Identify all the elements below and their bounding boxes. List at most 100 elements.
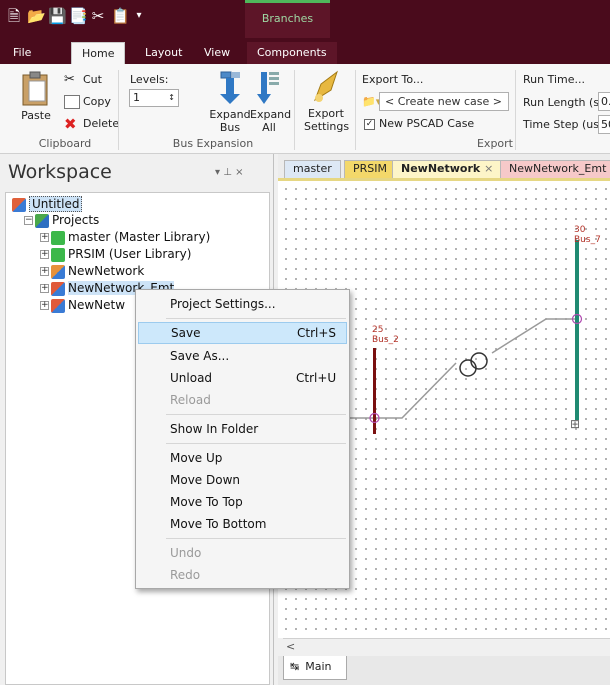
ribbon: Paste ✂ Cut Copy ✖ Delete Clipboard Levels…	[0, 64, 610, 154]
run-length-label: Run Length (s)	[523, 96, 604, 109]
project-icon	[51, 281, 65, 296]
projects-icon	[35, 213, 49, 228]
tab-home[interactable]: Home	[71, 42, 126, 64]
tree-item-master[interactable]: + master (Master Library)	[40, 229, 210, 245]
menu-item-move-up[interactable]: Move Up	[138, 447, 347, 469]
project-icon	[51, 264, 65, 279]
menu-item-unload[interactable]: Unload Ctrl+U	[138, 367, 347, 389]
document-tabs: master PRSIM NewNetwork × NewNetwork_Emt	[278, 154, 610, 178]
page-icon: ↹	[290, 660, 300, 673]
tab-view[interactable]: View	[194, 42, 240, 64]
scroll-left-icon[interactable]: <	[286, 640, 295, 653]
time-step-label: Time Step (us)	[523, 118, 604, 131]
bus-expansion-group-label: Bus Expansion	[172, 137, 254, 150]
clipboard-group-label: Clipboard	[38, 137, 92, 150]
divider	[294, 70, 295, 150]
export-to-label: Export To...	[362, 73, 424, 86]
levels-label: Levels:	[130, 73, 169, 86]
paste-icon[interactable]: 📋	[111, 7, 130, 25]
doc-tab-newnetwork[interactable]: NewNetwork ×	[392, 160, 503, 178]
customize-icon[interactable]: ▾	[131, 7, 147, 25]
expand-icon[interactable]: +	[40, 233, 49, 242]
paste-icon	[22, 71, 48, 106]
workspace-window-buttons[interactable]: ▾ ⊥ ×	[215, 167, 243, 178]
expand-node-icon[interactable]: ⊞	[570, 417, 580, 431]
expand-bus-label: Expand Bus	[209, 108, 251, 134]
divider	[355, 70, 356, 150]
tree-item-prsim[interactable]: + PRSIM (User Library)	[40, 246, 191, 262]
tab-file[interactable]: File	[3, 42, 41, 64]
library-icon	[51, 247, 65, 262]
export-settings-label: Export Settings	[304, 107, 350, 133]
workspace-title: Workspace	[8, 161, 112, 183]
bus-2-name: Bus_2	[372, 335, 399, 345]
expand-bus-button[interactable]: Expand Bus	[208, 70, 252, 134]
menu-item-undo: Undo	[170, 546, 202, 560]
menu-item-move-to-top[interactable]: Move To Top	[138, 491, 347, 513]
menu-item-save-as[interactable]: Save As...	[138, 345, 347, 367]
bus-7-bar[interactable]	[575, 240, 579, 420]
expand-icon[interactable]: +	[40, 301, 49, 310]
tree-item-projects[interactable]: − Projects	[24, 212, 99, 228]
save-icon[interactable]: 💾	[48, 7, 67, 25]
tree-item-newnetwork-2[interactable]: + NewNetw	[40, 297, 125, 313]
scissors-icon[interactable]: ✂	[90, 7, 106, 25]
bus-7-name: Bus_7	[574, 235, 601, 245]
tree-item-untitled[interactable]: Untitled	[12, 196, 83, 212]
project-icon	[51, 298, 65, 313]
copy-button[interactable]: Copy	[64, 95, 111, 109]
paste-button[interactable]: Paste	[18, 70, 54, 130]
bus-2-number: 25	[372, 325, 384, 335]
title-bar: 🗎 📂 💾 📑 ✂ 📋 ▾ Branches	[0, 0, 610, 38]
delete-icon: ✖	[64, 115, 77, 133]
menu-item-move-to-bottom[interactable]: Move To Bottom	[138, 513, 347, 535]
contextual-tab-label: Branches	[261, 12, 314, 25]
menu-item-save[interactable]: Save Ctrl+S	[138, 322, 347, 344]
new-pscad-case-checkbox[interactable]: ✓ New PSCAD Case	[364, 117, 474, 130]
new-file-icon[interactable]: 🗎	[6, 7, 22, 25]
tab-layout[interactable]: Layout	[135, 42, 192, 64]
bus-7-number: 30	[574, 225, 586, 235]
expand-icon[interactable]: +	[40, 250, 49, 259]
run-length-field[interactable]: 0.	[598, 92, 610, 111]
tree-item-newnetwork[interactable]: + NewNetwork	[40, 263, 144, 279]
transformer-icon[interactable]	[459, 352, 488, 377]
doc-tab-prsim[interactable]: PRSIM	[344, 160, 396, 178]
expand-icon[interactable]: +	[40, 284, 49, 293]
run-time-label: Run Time...	[523, 73, 585, 86]
menu-separator	[166, 538, 346, 539]
create-case-dropdown[interactable]: < Create new case >	[379, 92, 509, 111]
time-step-field[interactable]: 50	[598, 115, 610, 134]
menu-separator	[166, 414, 346, 415]
menu-item-redo: Redo	[170, 568, 201, 582]
export-group-label: Export	[476, 137, 513, 150]
export-settings-icon	[314, 70, 338, 102]
levels-spinner[interactable]: 1 ↕	[129, 89, 179, 107]
menu-item-show-in-folder[interactable]: Show In Folder	[138, 418, 347, 440]
close-tab-icon[interactable]: ×	[484, 162, 493, 175]
bus-2-bar[interactable]	[373, 348, 376, 434]
expand-all-label: Expand All	[250, 108, 292, 134]
doc-tab-master[interactable]: master	[284, 160, 341, 178]
collapse-icon[interactable]: −	[24, 216, 33, 225]
save-as-icon[interactable]: 📑	[69, 7, 88, 25]
expand-bus-icon	[220, 71, 240, 104]
menu-separator	[166, 443, 346, 444]
cut-button[interactable]: ✂ Cut	[64, 73, 102, 87]
ribbon-tab-row: File Home Layout View Components	[0, 38, 610, 64]
export-settings-button[interactable]: Export Settings	[300, 70, 352, 134]
horizontal-scrollbar[interactable]: <	[283, 638, 610, 656]
tab-components[interactable]: Components	[247, 42, 337, 64]
menu-item-project-settings[interactable]: Project Settings...	[138, 293, 347, 315]
divider	[515, 70, 516, 150]
expand-icon[interactable]: +	[40, 267, 49, 276]
doc-tab-newnetwork-emt[interactable]: NewNetwork_Emt	[500, 160, 610, 178]
contextual-tab-branches[interactable]: Branches	[245, 0, 330, 38]
copy-icon	[64, 95, 80, 109]
page-tab-main[interactable]: ↹ Main	[283, 656, 347, 680]
expand-all-button[interactable]: Expand All	[250, 70, 292, 134]
open-folder-icon[interactable]: 📂	[27, 7, 46, 25]
delete-button[interactable]: ✖ Delete	[64, 115, 119, 133]
menu-item-move-down[interactable]: Move Down	[138, 469, 347, 491]
spinner-arrows-icon[interactable]: ↕	[168, 90, 175, 106]
